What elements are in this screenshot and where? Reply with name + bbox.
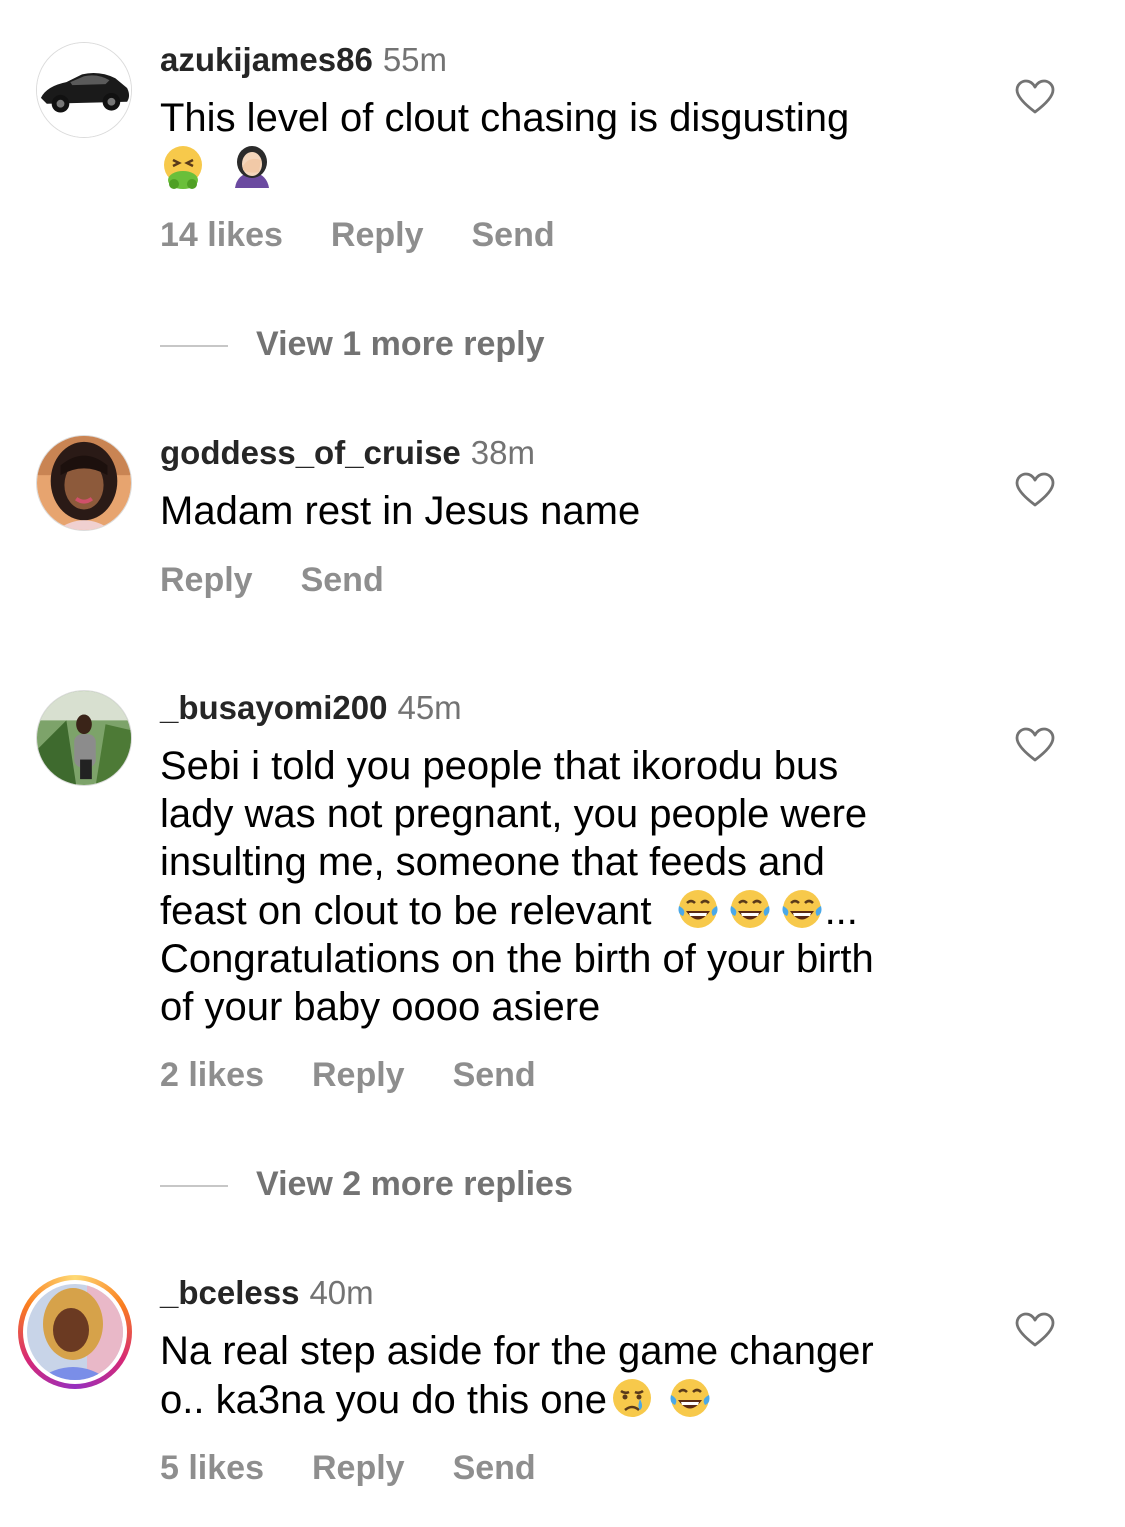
comment-text-line: insulting me, someone that feeds and: [160, 840, 825, 884]
comment-actions: 14 likes Reply Send: [160, 216, 603, 255]
comment-text-line: feast on clout to be relevant: [160, 889, 652, 933]
comment-actions: 5 likes Reply Send: [160, 1449, 584, 1488]
username[interactable]: _bceless: [160, 1274, 299, 1311]
likes-count[interactable]: 5 likes: [160, 1449, 264, 1487]
username[interactable]: azukijames86: [160, 41, 373, 78]
laughing-tears-emoji: [678, 890, 718, 928]
view-more-replies-button[interactable]: View 2 more replies: [160, 1165, 573, 1204]
nauseated-face-emoji: [164, 146, 202, 189]
heart-outline-icon[interactable]: [1015, 472, 1055, 508]
timestamp: 40m: [309, 1274, 374, 1311]
comment-text: Na real step aside for the game changer …: [160, 1327, 960, 1424]
profile-photo-avatar: [37, 691, 131, 785]
view-more-label: View 2 more replies: [256, 1165, 573, 1203]
avatar: [23, 1280, 127, 1384]
comment-text-line: Madam rest in Jesus name: [160, 489, 641, 533]
car-avatar-image: [37, 43, 131, 137]
comment-text: Madam rest in Jesus name: [160, 487, 960, 535]
comment-actions: Reply Send: [160, 561, 432, 600]
send-button[interactable]: Send: [453, 1056, 536, 1094]
timestamp: 38m: [470, 434, 535, 471]
view-more-label: View 1 more reply: [256, 325, 545, 363]
comment-meta: goddess_of_cruise 38m: [160, 433, 535, 473]
avatar[interactable]: [36, 42, 132, 138]
profile-photo-avatar: [37, 436, 131, 530]
timestamp: 55m: [382, 41, 448, 78]
laughing-tears-emoji: [782, 890, 822, 928]
divider-line: [160, 345, 228, 348]
woman-facepalming-emoji: [235, 146, 270, 188]
reply-button[interactable]: Reply: [160, 561, 253, 599]
comment-text-line: of your baby oooo asiere: [160, 985, 601, 1029]
profile-photo-avatar: [27, 1284, 123, 1380]
likes-count[interactable]: 2 likes: [160, 1056, 264, 1094]
comment-text-line: This level of clout chasing is disgustin…: [160, 96, 850, 140]
heart-outline-icon[interactable]: [1015, 1312, 1055, 1348]
crying-face-emoji: [613, 1379, 651, 1417]
send-button[interactable]: Send: [471, 216, 554, 254]
username[interactable]: goddess_of_cruise: [160, 434, 461, 471]
reply-button[interactable]: Reply: [331, 216, 424, 254]
comment-actions: 2 likes Reply Send: [160, 1056, 584, 1095]
heart-outline-icon[interactable]: [1015, 727, 1055, 763]
likes-count[interactable]: 14 likes: [160, 216, 283, 254]
avatar[interactable]: [36, 690, 132, 786]
laughing-tears-emoji: [730, 890, 770, 928]
send-button[interactable]: Send: [453, 1449, 536, 1487]
comment-text-line: Na real step aside for the game changer: [160, 1329, 874, 1373]
comment-text-line: Congratulations on the birth of your bir…: [160, 937, 874, 981]
avatar-story-ring[interactable]: [18, 1275, 132, 1389]
comment-meta: _bceless 40m: [160, 1273, 374, 1313]
comment-text-line: o.. ka3na you do this one: [160, 1378, 607, 1422]
send-button[interactable]: Send: [301, 561, 384, 599]
divider-line: [160, 1185, 228, 1188]
comment-meta: azukijames86 55m: [160, 40, 447, 80]
view-more-replies-button[interactable]: View 1 more reply: [160, 325, 545, 364]
reply-button[interactable]: Reply: [312, 1449, 405, 1487]
avatar[interactable]: [36, 435, 132, 531]
ellipsis-text: ...: [824, 889, 858, 933]
laughing-tears-emoji: [670, 1379, 710, 1417]
comment-text: Sebi i told you people that ikorodu bus …: [160, 742, 960, 1031]
heart-outline-icon[interactable]: [1015, 79, 1055, 115]
comment-text-line: lady was not pregnant, you people were: [160, 792, 868, 836]
reply-button[interactable]: Reply: [312, 1056, 405, 1094]
comment-text-line: Sebi i told you people that ikorodu bus: [160, 744, 839, 788]
timestamp: 45m: [397, 689, 462, 726]
comment-meta: _busayomi200 45m: [160, 688, 462, 728]
username[interactable]: _busayomi200: [160, 689, 387, 726]
comment-text: This level of clout chasing is disgustin…: [160, 94, 960, 193]
